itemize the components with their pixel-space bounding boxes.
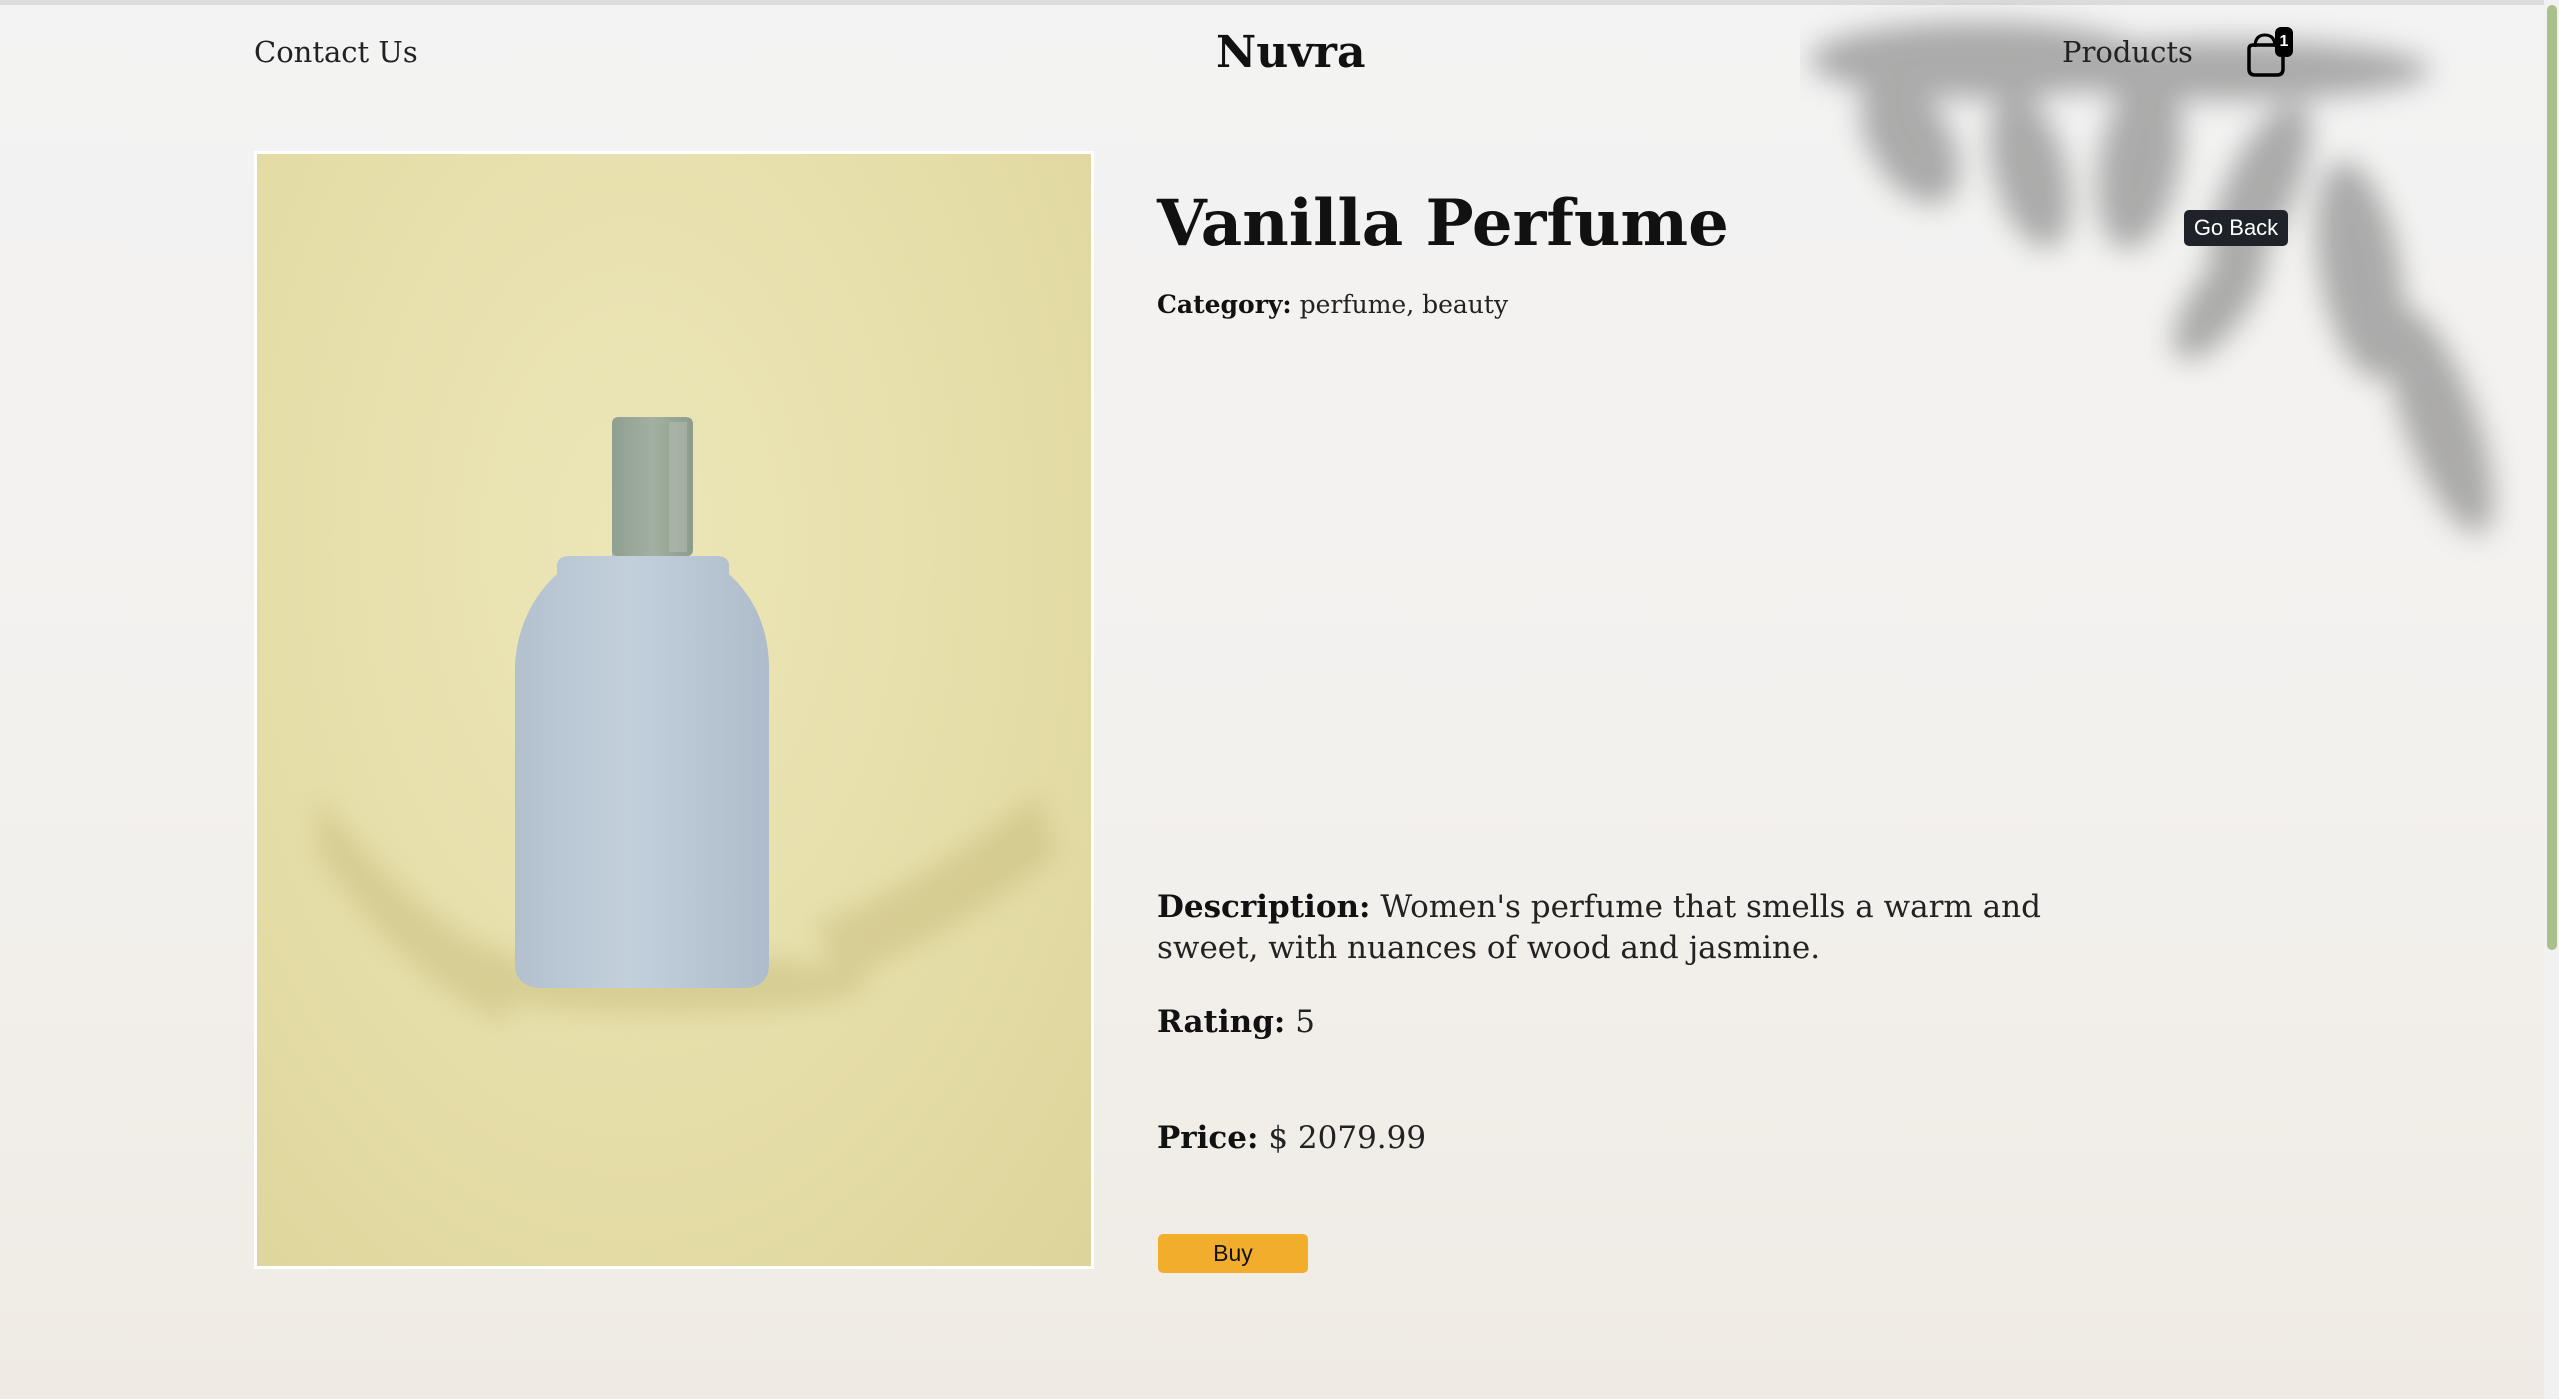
go-back-button[interactable]: Go Back — [2184, 210, 2288, 246]
cart-count-badge: 1 — [2275, 27, 2293, 57]
perfume-bottle-illustration — [317, 417, 1057, 1024]
product-rating: Rating: 5 — [1157, 1004, 1315, 1040]
product-title: Vanilla Perfume — [1157, 186, 1729, 261]
price-label: Price: — [1157, 1120, 1259, 1156]
cart-button[interactable]: 1 — [2245, 27, 2293, 79]
site-header: Contact Us Nuvra Products 1 — [0, 5, 2540, 97]
product-price: Price: $ 2079.99 — [1157, 1120, 1426, 1156]
brand-logo[interactable]: Nuvra — [1216, 27, 1365, 78]
category-label: Category: — [1157, 290, 1292, 319]
description-label: Description: — [1157, 889, 1371, 925]
scrollbar-thumb[interactable] — [2547, 5, 2557, 950]
product-category: Category: perfume, beauty — [1157, 290, 1508, 319]
product-image — [254, 151, 1094, 1269]
product-description: Description: Women's perfume that smells… — [1157, 887, 2137, 969]
price-value: $ 2079.99 — [1268, 1120, 1427, 1156]
category-value: perfume, beauty — [1299, 290, 1509, 319]
buy-button[interactable]: Buy — [1158, 1234, 1308, 1273]
nav-products[interactable]: Products — [2062, 35, 2193, 69]
nav-contact-us[interactable]: Contact Us — [254, 35, 418, 69]
rating-label: Rating: — [1157, 1004, 1286, 1040]
rating-value: 5 — [1295, 1004, 1315, 1040]
